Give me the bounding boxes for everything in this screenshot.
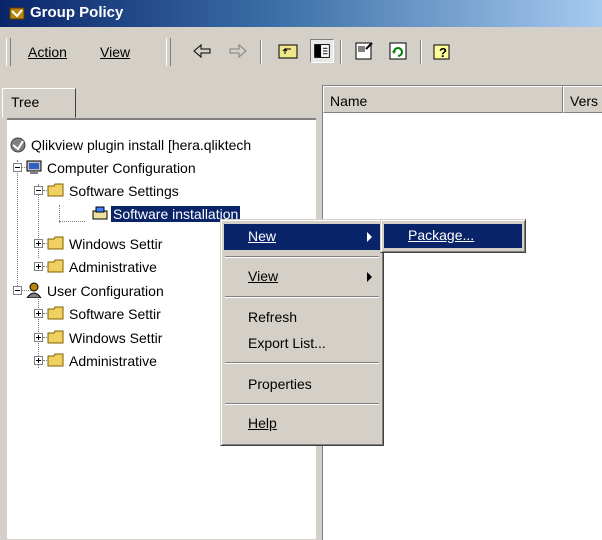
- group-policy-icon: [9, 7, 25, 20]
- submenu-new: Package...: [380, 219, 526, 253]
- tab-tree[interactable]: Tree: [2, 88, 76, 118]
- folder-icon: [47, 306, 64, 320]
- title-bar: Group Policy: [0, 0, 602, 27]
- submenu-arrow-icon: [367, 232, 372, 242]
- computer-icon: [26, 160, 42, 174]
- back-icon[interactable]: [190, 39, 214, 63]
- context-menu: New View Refresh Export List... Properti…: [220, 219, 384, 446]
- menu-separator: [225, 403, 379, 405]
- tree-node-administrative[interactable]: Administrative: [69, 259, 157, 275]
- expand-toggle[interactable]: [34, 262, 43, 271]
- policy-icon: [10, 137, 26, 153]
- forward-icon[interactable]: [226, 39, 250, 63]
- context-menu-new-label: New: [248, 228, 277, 244]
- refresh-icon[interactable]: [386, 39, 410, 63]
- tree-node-windows-settings[interactable]: Windows Settir: [69, 236, 162, 252]
- context-menu-refresh[interactable]: Refresh: [224, 305, 380, 331]
- context-menu-help-label: Help: [248, 415, 277, 431]
- folder-icon: [47, 330, 64, 344]
- menu-action-label: Action: [28, 44, 67, 60]
- tree-node-computer-configuration[interactable]: Computer Configuration: [47, 160, 196, 176]
- submenu-package-label: Package...: [408, 227, 475, 243]
- menu-separator: [225, 256, 379, 258]
- column-header-name[interactable]: Name: [323, 86, 563, 113]
- toolbar-separator: [260, 40, 262, 64]
- tree-node-software-settings[interactable]: Software Settings: [69, 183, 179, 199]
- toolbar-separator-3: [420, 40, 422, 64]
- software-install-icon: [92, 206, 108, 220]
- expand-toggle[interactable]: [34, 309, 43, 318]
- user-icon: [26, 282, 42, 298]
- context-menu-new[interactable]: New: [224, 224, 380, 250]
- menu-separator: [225, 362, 379, 364]
- show-hide-tree-icon[interactable]: [310, 39, 334, 63]
- context-menu-view[interactable]: View: [224, 264, 380, 290]
- folder-icon: [47, 353, 64, 367]
- folder-icon: [47, 183, 64, 197]
- window-title: Group Policy: [30, 4, 124, 21]
- toolbar: Action View ?: [0, 30, 602, 74]
- tree-node-user-configuration[interactable]: User Configuration: [47, 283, 164, 299]
- column-header-version-label: Vers: [570, 93, 599, 109]
- toolbar-grip[interactable]: [6, 38, 11, 66]
- up-folder-icon[interactable]: [276, 39, 300, 63]
- expand-toggle[interactable]: [34, 239, 43, 248]
- context-menu-refresh-label: Refresh: [248, 309, 298, 325]
- menu-separator: [225, 296, 379, 298]
- menu-action[interactable]: Action: [28, 44, 67, 60]
- column-header-version[interactable]: Vers: [563, 86, 602, 113]
- menu-view[interactable]: View: [100, 44, 130, 60]
- properties-icon[interactable]: [352, 39, 376, 63]
- submenu-package[interactable]: Package...: [384, 224, 522, 248]
- menu-view-label: View: [100, 44, 131, 60]
- context-menu-export-list[interactable]: Export List...: [224, 331, 380, 357]
- column-header-name-label: Name: [330, 93, 368, 109]
- help-icon[interactable]: ?: [430, 39, 454, 63]
- folder-icon: [47, 259, 64, 273]
- tree-node-user-windows-settings[interactable]: Windows Settir: [69, 330, 162, 346]
- collapse-toggle[interactable]: [13, 286, 22, 295]
- context-menu-export-list-label: Export List...: [248, 335, 326, 351]
- context-menu-view-label: View: [248, 268, 279, 284]
- context-menu-properties[interactable]: Properties: [224, 372, 380, 398]
- context-menu-help[interactable]: Help: [224, 411, 380, 437]
- submenu-arrow-icon: [367, 272, 372, 282]
- toolbar-separator-2: [340, 40, 342, 64]
- expand-toggle[interactable]: [34, 356, 43, 365]
- context-menu-properties-label: Properties: [248, 376, 312, 392]
- expand-toggle[interactable]: [34, 333, 43, 342]
- tab-tree-label: Tree: [11, 94, 40, 110]
- tree-node-user-software-settings[interactable]: Software Settir: [69, 306, 161, 322]
- collapse-toggle[interactable]: [34, 186, 43, 195]
- tree-node-user-administrative[interactable]: Administrative: [69, 353, 157, 369]
- collapse-toggle[interactable]: [13, 163, 22, 172]
- svg-text:?: ?: [439, 45, 447, 60]
- toolbar-grip-2[interactable]: [166, 38, 171, 66]
- folder-icon: [47, 236, 64, 250]
- tree-node-root[interactable]: Qlikview plugin install [hera.qliktech: [31, 137, 251, 153]
